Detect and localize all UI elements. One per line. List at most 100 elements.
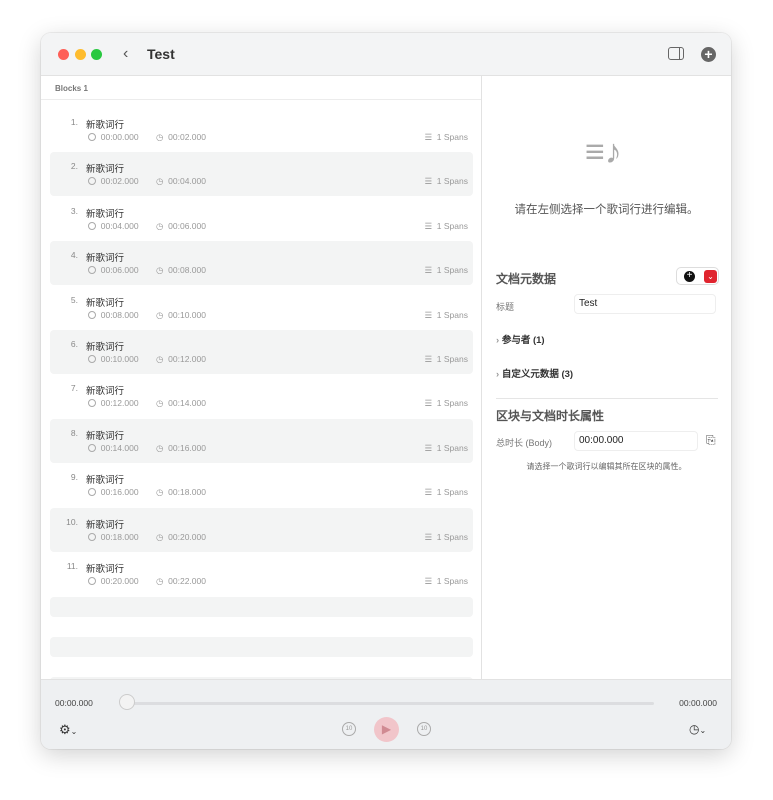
duration-input[interactable]: 00:00.000 <box>574 431 698 451</box>
start-value: 00:16.000 <box>100 487 139 498</box>
start-time: 00:04.000 <box>88 221 139 231</box>
zoom-button[interactable] <box>91 49 102 60</box>
lyric-row[interactable]: 11. 新歌词行 00:20.000 ◷ 00:22.000 ☰ 1 Spans <box>50 552 473 596</box>
progress-slider[interactable] <box>127 702 654 705</box>
custom-metadata-disclosure[interactable]: › 自定义元数据 (3) <box>496 366 573 380</box>
row-title: 新歌词行 <box>86 342 125 353</box>
row-title: 新歌词行 <box>86 430 125 442</box>
add-metadata-icon[interactable]: + <box>684 271 695 282</box>
metadata-heading: 文档元数据 <box>496 272 557 286</box>
play-button[interactable]: ▶ <box>374 717 399 742</box>
list-icon: ☰ <box>424 132 433 142</box>
spans-count: ☰ 1 Spans <box>424 221 468 232</box>
copy-icon[interactable]: ⎘ <box>706 433 716 448</box>
row-title: 新歌词行 <box>86 120 125 131</box>
timer-menu-icon[interactable]: ◷⌄ <box>689 722 706 736</box>
row-number: 9. <box>70 472 78 483</box>
spans-count: ☰ 1 Spans <box>424 532 468 543</box>
app-window: ‹ Test + Blocks 1 1. 新歌词行 00:00.000 ◷ 00… <box>41 33 731 749</box>
add-icon[interactable]: + <box>701 47 716 62</box>
lyric-row[interactable]: 4. 新歌词行 00:06.000 ◷ 00:08.000 ☰ 1 Spans <box>50 241 473 286</box>
spans-value: 1 Spans <box>436 487 468 498</box>
clock-icon: ◷ <box>156 309 164 320</box>
lyric-row[interactable]: 8. 新歌词行 00:14.000 ◷ 00:16.000 ☰ 1 Spans <box>50 418 473 463</box>
row-title: 新歌词行 <box>86 475 125 487</box>
title-label: 标题 <box>496 302 515 312</box>
total-time: 00:00.000 <box>679 698 717 708</box>
list-icon: ☰ <box>424 309 433 320</box>
skip-forward-icon[interactable]: 10 <box>417 722 431 736</box>
start-time: 00:06.000 <box>88 265 139 275</box>
slider-knob[interactable] <box>119 694 135 710</box>
spans-count: ☰ 1 Spans <box>424 310 468 321</box>
start-icon <box>88 443 96 452</box>
list-icon: ☰ <box>424 265 433 276</box>
chevron-down-icon[interactable]: ⌄ <box>704 270 717 283</box>
title-input[interactable]: Test <box>574 294 716 314</box>
row-number: 10. <box>66 516 78 527</box>
start-value: 00:02.000 <box>100 176 139 187</box>
start-icon <box>88 355 96 363</box>
clock-icon: ◷ <box>156 442 164 453</box>
lyric-row[interactable]: 5. 新歌词行 00:08.000 ◷ 00:10.000 ☰ 1 Spans <box>50 286 473 330</box>
clock-icon: ◷ <box>156 132 164 142</box>
start-value: 00:06.000 <box>100 265 139 276</box>
clock-icon: ◷ <box>156 576 164 586</box>
start-value: 00:18.000 <box>100 531 139 542</box>
sidebar-toggle-icon[interactable] <box>668 47 684 60</box>
end-value: 00:08.000 <box>168 265 206 276</box>
start-icon <box>88 177 96 186</box>
list-icon: ☰ <box>424 442 433 453</box>
row-title: 新歌词行 <box>86 297 125 309</box>
skip-back-icon[interactable]: 10 <box>342 722 356 736</box>
divider <box>496 398 718 399</box>
lyric-row[interactable]: 9. 新歌词行 00:16.000 ◷ 00:18.000 ☰ 1 Spans <box>50 463 473 507</box>
spans-count: ☰ 1 Spans <box>424 487 468 498</box>
start-icon <box>88 532 96 541</box>
row-title: 新歌词行 <box>86 519 125 531</box>
start-time: 00:16.000 <box>88 487 139 497</box>
spans-count: ☰ 1 Spans <box>424 176 468 187</box>
row-number: 6. <box>70 339 78 349</box>
list-icon: ☰ <box>424 487 433 498</box>
start-time: 00:02.000 <box>88 176 139 186</box>
close-button[interactable] <box>58 49 69 60</box>
start-icon <box>88 133 96 141</box>
minimize-button[interactable] <box>75 49 86 60</box>
end-time: ◷ 00:04.000 <box>156 176 206 187</box>
participants-label: 参与者 (1) <box>501 335 545 346</box>
spans-count: ☰ 1 Spans <box>424 265 468 276</box>
lyric-row[interactable]: 6. 新歌词行 00:10.000 ◷ 00:12.000 ☰ 1 Spans <box>50 330 473 374</box>
start-time: 00:14.000 <box>88 443 139 453</box>
end-value: 00:22.000 <box>168 576 206 586</box>
clock-icon: ◷ <box>156 265 164 276</box>
row-number: 2. <box>70 161 78 172</box>
start-icon <box>88 399 96 408</box>
back-chevron-icon[interactable]: ‹ <box>123 45 128 63</box>
row-title: 新歌词行 <box>86 253 125 265</box>
empty-row <box>50 597 473 617</box>
settings-gear-icon[interactable]: ⚙⌄ <box>59 722 77 738</box>
end-time: ◷ 00:06.000 <box>156 221 206 232</box>
duration-note: 请选择一个歌词行以编辑其所在区块的属性。 <box>526 462 687 471</box>
list-icon: ☰ <box>424 398 433 409</box>
spans-value: 1 Spans <box>436 354 468 364</box>
start-value: 00:08.000 <box>100 309 139 320</box>
start-icon <box>88 221 96 230</box>
end-value: 00:18.000 <box>168 487 206 498</box>
participants-disclosure[interactable]: › 参与者 (1) <box>496 332 545 346</box>
list-icon: ☰ <box>424 354 433 364</box>
clock-icon: ◷ <box>156 487 164 498</box>
lyric-row[interactable]: 3. 新歌词行 00:04.000 ◷ 00:06.000 ☰ 1 Spans <box>50 197 473 241</box>
metadata-actions: + ⌄ <box>676 267 719 285</box>
end-value: 00:12.000 <box>168 354 206 364</box>
spans-count: ☰ 1 Spans <box>424 398 468 409</box>
lyric-row[interactable]: 1. 新歌词行 00:00.000 ◷ 00:02.000 ☰ 1 Spans <box>50 108 473 152</box>
start-icon <box>88 488 96 497</box>
lyric-row[interactable]: 2. 新歌词行 00:02.000 ◷ 00:04.000 ☰ 1 Spans <box>50 152 473 197</box>
start-time: 00:20.000 <box>88 576 139 586</box>
start-time: 00:00.000 <box>88 132 139 142</box>
spans-value: 1 Spans <box>436 398 468 409</box>
lyric-row[interactable]: 7. 新歌词行 00:12.000 ◷ 00:14.000 ☰ 1 Spans <box>50 374 473 418</box>
lyric-row[interactable]: 10. 新歌词行 00:18.000 ◷ 00:20.000 ☰ 1 Spans <box>50 507 473 552</box>
